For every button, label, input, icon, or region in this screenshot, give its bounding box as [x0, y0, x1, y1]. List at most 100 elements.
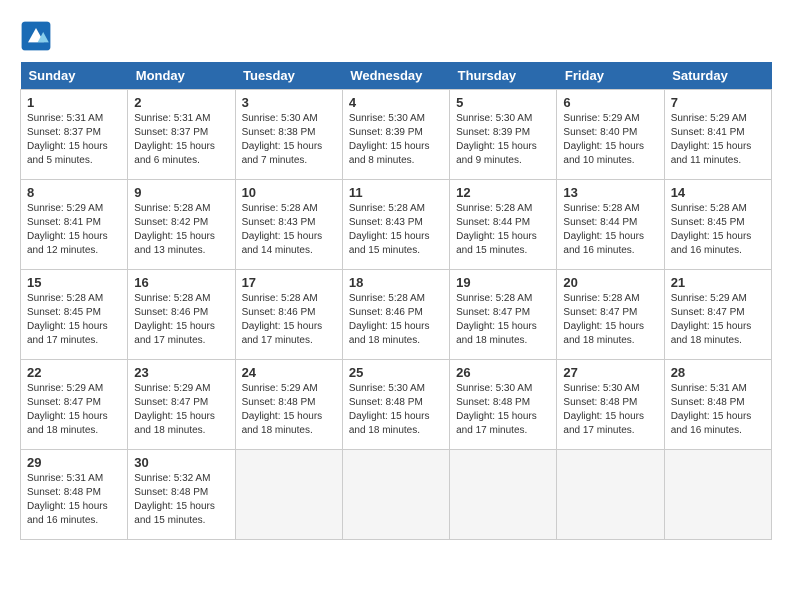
day-number: 10 — [242, 185, 336, 200]
day-number: 25 — [349, 365, 443, 380]
cell-content: Sunrise: 5:29 AM Sunset: 8:40 PM Dayligh… — [563, 112, 657, 168]
calendar-cell: 2 Sunrise: 5:31 AM Sunset: 8:37 PM Dayli… — [128, 90, 235, 180]
calendar-cell: 9 Sunrise: 5:28 AM Sunset: 8:42 PM Dayli… — [128, 180, 235, 270]
calendar-cell — [664, 450, 771, 540]
calendar-cell: 4 Sunrise: 5:30 AM Sunset: 8:39 PM Dayli… — [342, 90, 449, 180]
calendar-cell: 16 Sunrise: 5:28 AM Sunset: 8:46 PM Dayl… — [128, 270, 235, 360]
cell-content: Sunrise: 5:29 AM Sunset: 8:47 PM Dayligh… — [671, 292, 765, 348]
cell-content: Sunrise: 5:30 AM Sunset: 8:48 PM Dayligh… — [349, 382, 443, 438]
calendar-cell: 20 Sunrise: 5:28 AM Sunset: 8:47 PM Dayl… — [557, 270, 664, 360]
day-number: 17 — [242, 275, 336, 290]
day-number: 1 — [27, 95, 121, 110]
day-number: 16 — [134, 275, 228, 290]
day-number: 27 — [563, 365, 657, 380]
header-thursday: Thursday — [450, 62, 557, 90]
calendar-cell: 14 Sunrise: 5:28 AM Sunset: 8:45 PM Dayl… — [664, 180, 771, 270]
day-number: 24 — [242, 365, 336, 380]
cell-content: Sunrise: 5:29 AM Sunset: 8:47 PM Dayligh… — [27, 382, 121, 438]
calendar-cell: 24 Sunrise: 5:29 AM Sunset: 8:48 PM Dayl… — [235, 360, 342, 450]
calendar-cell: 6 Sunrise: 5:29 AM Sunset: 8:40 PM Dayli… — [557, 90, 664, 180]
day-number: 12 — [456, 185, 550, 200]
cell-content: Sunrise: 5:29 AM Sunset: 8:41 PM Dayligh… — [27, 202, 121, 258]
calendar-body: 1 Sunrise: 5:31 AM Sunset: 8:37 PM Dayli… — [21, 90, 772, 540]
cell-content: Sunrise: 5:28 AM Sunset: 8:42 PM Dayligh… — [134, 202, 228, 258]
calendar-cell: 15 Sunrise: 5:28 AM Sunset: 8:45 PM Dayl… — [21, 270, 128, 360]
cell-content: Sunrise: 5:30 AM Sunset: 8:48 PM Dayligh… — [456, 382, 550, 438]
day-number: 20 — [563, 275, 657, 290]
calendar-cell: 18 Sunrise: 5:28 AM Sunset: 8:46 PM Dayl… — [342, 270, 449, 360]
cell-content: Sunrise: 5:28 AM Sunset: 8:44 PM Dayligh… — [563, 202, 657, 258]
header-sunday: Sunday — [21, 62, 128, 90]
week-row-2: 8 Sunrise: 5:29 AM Sunset: 8:41 PM Dayli… — [21, 180, 772, 270]
cell-content: Sunrise: 5:28 AM Sunset: 8:43 PM Dayligh… — [349, 202, 443, 258]
cell-content: Sunrise: 5:28 AM Sunset: 8:47 PM Dayligh… — [563, 292, 657, 348]
day-number: 7 — [671, 95, 765, 110]
week-row-5: 29 Sunrise: 5:31 AM Sunset: 8:48 PM Dayl… — [21, 450, 772, 540]
day-number: 29 — [27, 455, 121, 470]
cell-content: Sunrise: 5:31 AM Sunset: 8:48 PM Dayligh… — [27, 472, 121, 528]
calendar-table: SundayMondayTuesdayWednesdayThursdayFrid… — [20, 62, 772, 540]
cell-content: Sunrise: 5:28 AM Sunset: 8:45 PM Dayligh… — [27, 292, 121, 348]
cell-content: Sunrise: 5:32 AM Sunset: 8:48 PM Dayligh… — [134, 472, 228, 528]
header-saturday: Saturday — [664, 62, 771, 90]
calendar-cell: 13 Sunrise: 5:28 AM Sunset: 8:44 PM Dayl… — [557, 180, 664, 270]
day-number: 21 — [671, 275, 765, 290]
cell-content: Sunrise: 5:29 AM Sunset: 8:41 PM Dayligh… — [671, 112, 765, 168]
cell-content: Sunrise: 5:29 AM Sunset: 8:47 PM Dayligh… — [134, 382, 228, 438]
cell-content: Sunrise: 5:30 AM Sunset: 8:39 PM Dayligh… — [456, 112, 550, 168]
calendar-cell: 28 Sunrise: 5:31 AM Sunset: 8:48 PM Dayl… — [664, 360, 771, 450]
day-number: 11 — [349, 185, 443, 200]
cell-content: Sunrise: 5:28 AM Sunset: 8:47 PM Dayligh… — [456, 292, 550, 348]
cell-content: Sunrise: 5:31 AM Sunset: 8:37 PM Dayligh… — [134, 112, 228, 168]
calendar-cell: 11 Sunrise: 5:28 AM Sunset: 8:43 PM Dayl… — [342, 180, 449, 270]
cell-content: Sunrise: 5:31 AM Sunset: 8:48 PM Dayligh… — [671, 382, 765, 438]
cell-content: Sunrise: 5:29 AM Sunset: 8:48 PM Dayligh… — [242, 382, 336, 438]
day-number: 4 — [349, 95, 443, 110]
cell-content: Sunrise: 5:30 AM Sunset: 8:39 PM Dayligh… — [349, 112, 443, 168]
calendar-cell: 25 Sunrise: 5:30 AM Sunset: 8:48 PM Dayl… — [342, 360, 449, 450]
day-number: 3 — [242, 95, 336, 110]
logo-icon — [20, 20, 52, 52]
calendar-cell: 29 Sunrise: 5:31 AM Sunset: 8:48 PM Dayl… — [21, 450, 128, 540]
cell-content: Sunrise: 5:30 AM Sunset: 8:48 PM Dayligh… — [563, 382, 657, 438]
calendar-cell: 10 Sunrise: 5:28 AM Sunset: 8:43 PM Dayl… — [235, 180, 342, 270]
day-number: 15 — [27, 275, 121, 290]
page-header — [20, 20, 772, 52]
day-number: 2 — [134, 95, 228, 110]
calendar-cell: 21 Sunrise: 5:29 AM Sunset: 8:47 PM Dayl… — [664, 270, 771, 360]
calendar-cell: 30 Sunrise: 5:32 AM Sunset: 8:48 PM Dayl… — [128, 450, 235, 540]
calendar-cell: 5 Sunrise: 5:30 AM Sunset: 8:39 PM Dayli… — [450, 90, 557, 180]
calendar-cell: 23 Sunrise: 5:29 AM Sunset: 8:47 PM Dayl… — [128, 360, 235, 450]
calendar-cell: 19 Sunrise: 5:28 AM Sunset: 8:47 PM Dayl… — [450, 270, 557, 360]
day-number: 19 — [456, 275, 550, 290]
calendar-cell — [450, 450, 557, 540]
cell-content: Sunrise: 5:30 AM Sunset: 8:38 PM Dayligh… — [242, 112, 336, 168]
week-row-4: 22 Sunrise: 5:29 AM Sunset: 8:47 PM Dayl… — [21, 360, 772, 450]
logo — [20, 20, 58, 52]
calendar-cell — [342, 450, 449, 540]
cell-content: Sunrise: 5:28 AM Sunset: 8:46 PM Dayligh… — [134, 292, 228, 348]
day-number: 5 — [456, 95, 550, 110]
day-number: 9 — [134, 185, 228, 200]
calendar-cell: 12 Sunrise: 5:28 AM Sunset: 8:44 PM Dayl… — [450, 180, 557, 270]
day-number: 22 — [27, 365, 121, 380]
calendar-cell: 7 Sunrise: 5:29 AM Sunset: 8:41 PM Dayli… — [664, 90, 771, 180]
calendar-cell: 1 Sunrise: 5:31 AM Sunset: 8:37 PM Dayli… — [21, 90, 128, 180]
calendar-cell — [557, 450, 664, 540]
calendar-cell: 8 Sunrise: 5:29 AM Sunset: 8:41 PM Dayli… — [21, 180, 128, 270]
cell-content: Sunrise: 5:28 AM Sunset: 8:43 PM Dayligh… — [242, 202, 336, 258]
calendar-header-row: SundayMondayTuesdayWednesdayThursdayFrid… — [21, 62, 772, 90]
cell-content: Sunrise: 5:28 AM Sunset: 8:46 PM Dayligh… — [349, 292, 443, 348]
calendar-cell: 27 Sunrise: 5:30 AM Sunset: 8:48 PM Dayl… — [557, 360, 664, 450]
header-monday: Monday — [128, 62, 235, 90]
header-wednesday: Wednesday — [342, 62, 449, 90]
day-number: 8 — [27, 185, 121, 200]
cell-content: Sunrise: 5:31 AM Sunset: 8:37 PM Dayligh… — [27, 112, 121, 168]
day-number: 14 — [671, 185, 765, 200]
week-row-1: 1 Sunrise: 5:31 AM Sunset: 8:37 PM Dayli… — [21, 90, 772, 180]
day-number: 28 — [671, 365, 765, 380]
header-friday: Friday — [557, 62, 664, 90]
day-number: 18 — [349, 275, 443, 290]
calendar-cell: 22 Sunrise: 5:29 AM Sunset: 8:47 PM Dayl… — [21, 360, 128, 450]
calendar-cell: 3 Sunrise: 5:30 AM Sunset: 8:38 PM Dayli… — [235, 90, 342, 180]
